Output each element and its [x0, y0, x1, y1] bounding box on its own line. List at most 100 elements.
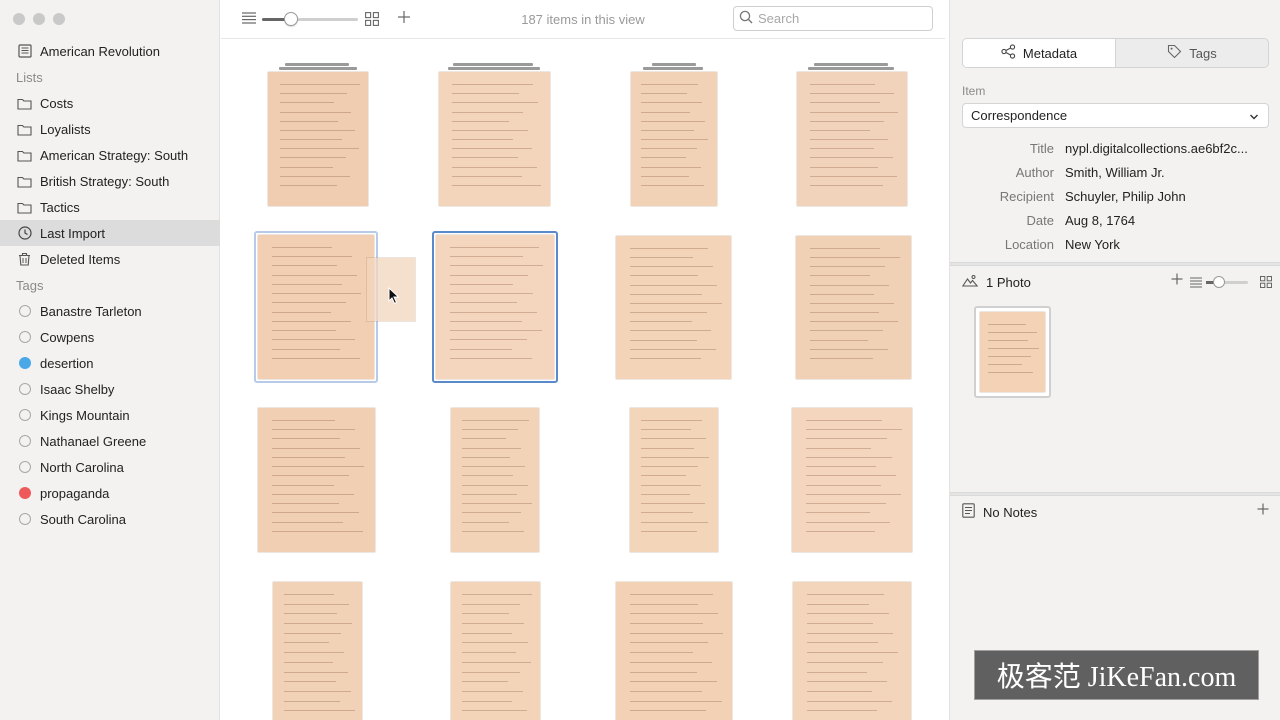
list-item-tactics[interactable]: Tactics — [0, 194, 220, 220]
tab-tags-label: Tags — [1189, 45, 1217, 61]
last-import-item[interactable]: Last Import — [0, 220, 220, 246]
handwriting-line — [452, 139, 514, 140]
item-thumbnail[interactable] — [774, 232, 945, 404]
item-thumbnail[interactable] — [418, 231, 596, 404]
grid-view-icon[interactable] — [1260, 276, 1272, 291]
item-thumbnail[interactable] — [774, 406, 945, 578]
handwriting-line — [450, 265, 544, 267]
handwriting-line — [807, 681, 888, 683]
list-item-american-strategy[interactable]: American Strategy: South — [0, 142, 220, 168]
handwriting-line — [809, 284, 890, 286]
document-image — [258, 408, 375, 552]
tag-label: Kings Mountain — [40, 407, 130, 423]
handwriting-line — [809, 348, 888, 350]
tag-item[interactable]: South Carolina — [0, 506, 220, 532]
deleted-items-item[interactable]: Deleted Items — [0, 246, 220, 272]
metadata-value[interactable]: Schuyler, Philip John — [1065, 189, 1270, 204]
add-note-button[interactable] — [1257, 502, 1269, 520]
handwriting-line — [461, 661, 532, 663]
add-item-button[interactable] — [397, 9, 411, 27]
document-image — [793, 582, 911, 720]
list-item-loyalists[interactable]: Loyalists — [0, 116, 220, 142]
handwriting-line — [271, 256, 352, 258]
item-thumbnail[interactable] — [418, 406, 596, 578]
add-photo-button[interactable] — [1171, 272, 1183, 290]
metadata-value[interactable]: New York — [1065, 237, 1270, 252]
minimize-window-button[interactable] — [33, 13, 45, 25]
tag-label: desertion — [40, 355, 94, 371]
metadata-key: Recipient — [999, 188, 1054, 204]
item-thumbnail[interactable] — [774, 580, 945, 720]
handwriting-line — [640, 503, 705, 505]
document-image — [273, 582, 362, 720]
photo-size-slider[interactable] — [1206, 276, 1248, 288]
tag-item[interactable]: Banastre Tarleton — [0, 298, 220, 324]
stack-indicator — [448, 67, 540, 70]
search-input[interactable] — [758, 11, 928, 26]
item-thumbnail[interactable] — [595, 232, 773, 404]
grid-view-icon[interactable] — [365, 12, 379, 29]
handwriting-line — [807, 603, 869, 605]
search-field[interactable] — [733, 6, 933, 31]
list-view-icon[interactable] — [242, 12, 256, 27]
handwriting-line — [461, 447, 522, 449]
item-thumbnail[interactable] — [418, 580, 596, 720]
list-item-costs[interactable]: Costs — [0, 90, 220, 116]
handwriting-line — [809, 257, 900, 259]
item-type-label: Item — [962, 84, 986, 98]
handwriting-line — [450, 320, 523, 322]
zoom-window-button[interactable] — [53, 13, 65, 25]
metadata-value[interactable]: nypl.digitalcollections.ae6bf2c... — [1065, 141, 1270, 156]
handwriting-line — [280, 120, 338, 122]
document-image — [630, 408, 718, 552]
tab-tags[interactable]: Tags — [1116, 39, 1268, 67]
list-view-icon[interactable] — [1190, 276, 1202, 291]
document-image — [616, 236, 731, 379]
item-thumbnail[interactable] — [774, 57, 945, 229]
tag-item[interactable]: Isaac Shelby — [0, 376, 220, 402]
stack-indicator — [279, 67, 357, 70]
item-thumbnail[interactable] — [595, 580, 773, 720]
handwriting-line — [452, 120, 509, 122]
tag-item[interactable]: desertion — [0, 350, 220, 376]
metadata-value[interactable]: Smith, William Jr. — [1065, 165, 1270, 180]
handwriting-line — [641, 157, 687, 159]
tag-dot-icon — [18, 357, 31, 369]
handwriting-line — [807, 652, 899, 654]
tag-item[interactable]: Cowpens — [0, 324, 220, 350]
item-thumbnail[interactable] — [239, 580, 417, 720]
handwriting-line — [452, 175, 523, 177]
list-item-british-strategy[interactable]: British Strategy: South — [0, 168, 220, 194]
handwriting-line — [452, 111, 524, 113]
document-image — [258, 235, 374, 379]
item-thumbnail[interactable] — [595, 406, 773, 578]
item-thumbnail[interactable] — [239, 406, 417, 578]
item-type-select[interactable]: Correspondence — [962, 103, 1269, 128]
handwriting-line — [807, 690, 873, 692]
tag-item[interactable]: Kings Mountain — [0, 402, 220, 428]
slider-knob[interactable] — [1212, 276, 1225, 288]
item-thumbnail[interactable] — [239, 57, 417, 229]
tag-item[interactable]: North Carolina — [0, 454, 220, 480]
handwriting-line — [629, 681, 717, 683]
handwriting-line — [640, 493, 690, 495]
tag-item[interactable]: Nathanael Greene — [0, 428, 220, 454]
item-thumbnail[interactable] — [595, 57, 773, 229]
metadata-key: Date — [1026, 212, 1054, 228]
sidebar: American Revolution Lists Costs Loyalist… — [0, 0, 220, 720]
handwriting-line — [640, 484, 702, 486]
handwriting-line — [271, 302, 347, 304]
close-window-button[interactable] — [13, 13, 25, 25]
metadata-value[interactable]: Aug 8, 1764 — [1065, 213, 1270, 228]
handwriting-line — [271, 339, 356, 341]
thumbnail-size-slider[interactable] — [262, 12, 358, 26]
item-thumbnail[interactable] — [418, 57, 596, 229]
handwriting-line — [461, 503, 532, 505]
handwriting-line — [271, 348, 341, 350]
photo-thumbnail[interactable] — [974, 306, 1051, 398]
slider-knob[interactable] — [283, 12, 298, 26]
handwriting-line — [450, 293, 533, 295]
library-item[interactable]: American Revolution — [0, 38, 220, 64]
tab-metadata[interactable]: Metadata — [963, 39, 1116, 67]
tag-item[interactable]: propaganda — [0, 480, 220, 506]
